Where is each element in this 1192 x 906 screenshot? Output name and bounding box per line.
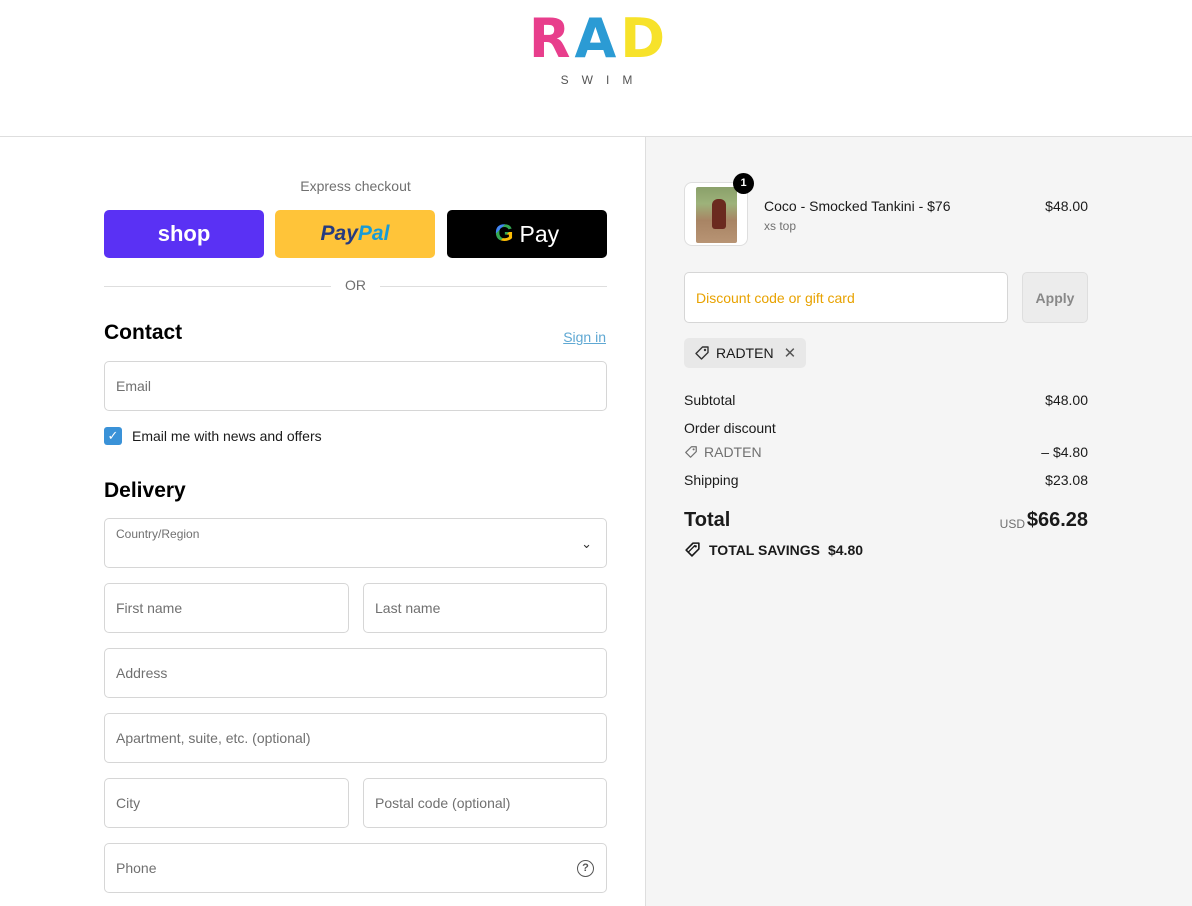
or-divider: OR [104, 277, 607, 295]
divider-line-right [380, 286, 607, 287]
applied-code-label: RADTEN [716, 345, 774, 361]
chevron-down-icon: ⌄ [581, 536, 592, 551]
first-name-field[interactable]: First name [104, 583, 349, 633]
google-pay-button[interactable]: G Pay [447, 210, 607, 258]
logo-subtitle: SWIM [560, 73, 646, 87]
delivery-title: Delivery [104, 479, 186, 502]
postal-code-field[interactable]: Postal code (optional) [363, 778, 607, 828]
site-header: R A D SWIM [0, 0, 1192, 137]
currency-code: USD [999, 517, 1025, 531]
total-savings: TOTAL SAVINGS $4.80 [684, 541, 863, 558]
remove-discount-icon[interactable]: ✕ [784, 344, 797, 362]
last-name-placeholder: Last name [375, 600, 441, 616]
shop-pay-button[interactable]: shop [104, 210, 264, 258]
apply-discount-button[interactable]: Apply [1022, 272, 1088, 323]
email-field[interactable]: Email [104, 361, 607, 411]
country-label: Country/Region [116, 527, 200, 541]
order-discount-label: Order discount [684, 420, 776, 436]
sign-in-link[interactable]: Sign in [563, 329, 606, 345]
paypal-label-part2: Pal [357, 222, 390, 245]
quantity-badge: 1 [733, 173, 754, 194]
last-name-field[interactable]: Last name [363, 583, 607, 633]
help-icon[interactable]: ? [577, 860, 594, 877]
postal-code-placeholder: Postal code (optional) [375, 795, 511, 811]
apartment-placeholder: Apartment, suite, etc. (optional) [116, 730, 311, 746]
subtotal-label: Subtotal [684, 392, 736, 408]
newsletter-label: Email me with news and offers [132, 428, 322, 444]
email-placeholder: Email [116, 378, 152, 394]
savings-value: $4.80 [827, 541, 864, 558]
shipping-label: Shipping [684, 472, 739, 488]
apartment-field[interactable]: Apartment, suite, etc. (optional) [104, 713, 607, 763]
total-label: Total [684, 509, 731, 531]
address-field[interactable]: Address [104, 648, 607, 698]
city-placeholder: City [116, 795, 141, 811]
product-image [696, 187, 737, 243]
applied-discount-chip: RADTEN ✕ [684, 338, 807, 368]
shop-pay-label: shop [157, 221, 211, 246]
google-g-icon: G [494, 220, 514, 247]
product-price: $48.00 [1045, 198, 1088, 214]
rad-swim-logo[interactable]: R A D SWIM [529, 7, 665, 88]
address-placeholder: Address [116, 665, 168, 681]
savings-label: TOTAL SAVINGS [709, 541, 820, 558]
phone-field[interactable]: Phone ? [104, 843, 607, 893]
product-figure [712, 199, 726, 229]
discount-value: – $4.80 [1041, 444, 1088, 460]
subtotal-value: $48.00 [1045, 392, 1088, 408]
product-name: Coco - Smocked Tankini - $76 [764, 198, 951, 214]
tag-icon [695, 346, 709, 360]
discount-code-row: RADTEN [684, 444, 762, 460]
logo-letter-r: R [528, 7, 571, 70]
logo-letter-a: A [574, 7, 617, 70]
phone-placeholder: Phone [116, 860, 157, 876]
discount-code-name: RADTEN [704, 444, 762, 460]
shipping-value: $23.08 [1045, 472, 1088, 488]
discount-placeholder: Discount code or gift card [696, 290, 855, 306]
city-field[interactable]: City [104, 778, 349, 828]
or-label: OR [345, 277, 366, 293]
newsletter-checkbox[interactable]: ✓ [104, 427, 122, 445]
savings-tag-icon [685, 542, 700, 557]
logo-wordmark: R A D [529, 7, 665, 70]
google-pay-label: Pay [519, 220, 560, 247]
newsletter-option[interactable]: ✓ Email me with news and offers [104, 427, 322, 445]
product-variant: xs top [764, 219, 797, 233]
first-name-placeholder: First name [116, 600, 183, 616]
checkout-form-panel: Express checkout shop Pay Pal G Pay OR Co… [0, 137, 646, 906]
paypal-label-part1: Pay [320, 222, 358, 245]
tag-icon [685, 446, 697, 458]
discount-code-input[interactable]: Discount code or gift card [684, 272, 1008, 323]
contact-title: Contact [104, 321, 183, 344]
paypal-button[interactable]: Pay Pal [275, 210, 435, 258]
country-select[interactable]: Country/Region ⌄ [104, 518, 607, 568]
total-value: $66.28 [1026, 509, 1088, 531]
logo-letter-d: D [620, 7, 666, 70]
express-checkout-title: Express checkout [300, 178, 411, 194]
product-thumbnail: 1 [684, 173, 754, 246]
order-summary-panel: 1 Coco - Smocked Tankini - $76 xs top $4… [646, 137, 1192, 906]
